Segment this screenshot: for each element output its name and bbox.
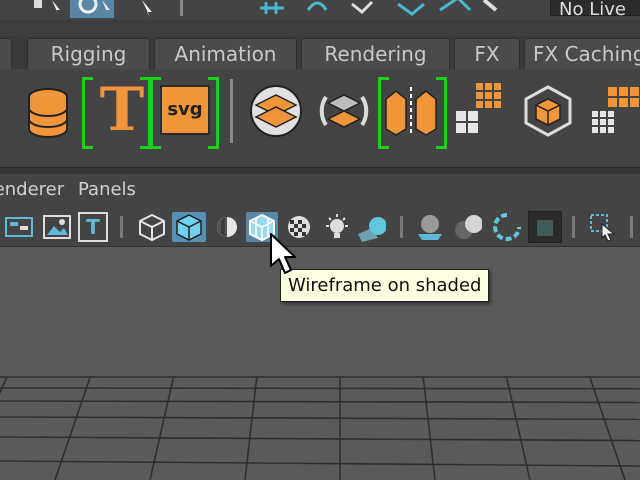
toolbar-separator xyxy=(400,216,403,238)
snap-grid-icon[interactable] xyxy=(260,2,284,14)
default-material-icon[interactable] xyxy=(212,212,242,242)
screen-space-ao-icon[interactable] xyxy=(416,212,446,242)
menu-renderer[interactable]: Renderer xyxy=(0,179,64,200)
shelf-tab-animation[interactable]: Animation xyxy=(154,38,297,69)
resolution-gate-icon[interactable]: T xyxy=(78,212,108,242)
shelf-tab-fx-caching[interactable]: FX Caching xyxy=(524,38,640,69)
shelf-icon-row: T svg xyxy=(0,69,640,167)
motion-blur-icon[interactable] xyxy=(452,212,482,242)
menu-panels[interactable]: Panels xyxy=(78,179,136,200)
toolbar-separator xyxy=(120,216,123,238)
select-tool-icon[interactable] xyxy=(34,0,60,14)
wireframe-icon[interactable] xyxy=(137,212,167,242)
tile-array-icon[interactable] xyxy=(456,83,506,135)
mouse-cursor-icon xyxy=(270,233,296,274)
toolbar-separator xyxy=(572,216,575,238)
highlight-bracket-right xyxy=(436,77,447,149)
tooltip: Wireframe on shaded xyxy=(280,269,490,302)
split-mesh-icon[interactable] xyxy=(384,85,440,137)
poly-cylinder-icon[interactable] xyxy=(26,87,70,139)
live-surface-field[interactable]: No Live xyxy=(550,0,640,20)
anti-aliasing-icon[interactable] xyxy=(492,212,522,242)
image-plane-icon[interactable] xyxy=(42,212,72,242)
smooth-shade-icon[interactable] xyxy=(172,212,206,242)
toolbar-separator xyxy=(630,216,633,238)
highlight-bracket-right xyxy=(208,77,219,149)
use-all-lights-icon[interactable] xyxy=(322,212,352,242)
boolean-cube-icon[interactable] xyxy=(522,85,574,137)
depth-of-field-icon[interactable] xyxy=(528,211,562,243)
shadows-icon[interactable] xyxy=(356,212,386,242)
svg-import-icon[interactable]: svg xyxy=(160,85,210,135)
panel-menu-bar: Renderer Panels xyxy=(0,174,640,204)
snap-surface-icon[interactable] xyxy=(439,0,472,12)
shelf-tab-rigging[interactable]: Rigging xyxy=(27,38,150,69)
shelf-tab-fx[interactable]: FX xyxy=(454,38,520,69)
tile-array-icon-2[interactable] xyxy=(590,83,640,135)
separate-layers-icon[interactable] xyxy=(316,83,372,139)
status-line-icons xyxy=(34,0,498,18)
panel-toolbar: T xyxy=(0,204,640,247)
menu-set-separator xyxy=(180,0,183,16)
shelf-tab-rendering[interactable]: Rendering xyxy=(301,38,450,69)
isolate-select-icon[interactable] xyxy=(588,212,618,242)
shelf-separator xyxy=(230,79,233,143)
snap-point-icon[interactable] xyxy=(351,0,374,15)
snap-view-icon[interactable] xyxy=(397,2,425,16)
lasso-tool-icon[interactable] xyxy=(70,0,114,18)
status-line: No Live xyxy=(0,0,640,20)
bevel-plus-icon[interactable] xyxy=(248,83,304,139)
snap-curve-icon[interactable] xyxy=(306,1,328,11)
film-gate-icon[interactable] xyxy=(4,212,34,242)
shelf-tab-previous[interactable] xyxy=(0,38,12,69)
snap-live-icon[interactable] xyxy=(482,0,498,12)
paint-select-icon[interactable] xyxy=(142,0,152,17)
shelf-tab-bar: Rigging Animation Rendering FX FX Cachin… xyxy=(0,36,640,70)
